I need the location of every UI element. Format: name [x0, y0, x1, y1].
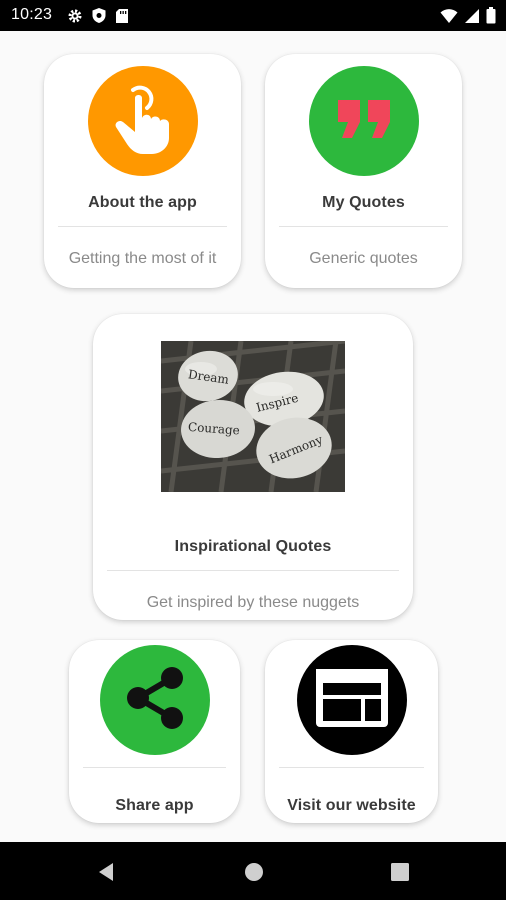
gear-icon: [67, 8, 83, 29]
about-app-title: About the app: [88, 194, 197, 211]
share-app-icon-circle: [100, 645, 210, 755]
visit-website-icon-circle: [297, 645, 407, 755]
share-icon: [122, 665, 188, 736]
navigation-bar: [0, 842, 506, 900]
touch-hand-icon: [111, 82, 175, 161]
my-quotes-card[interactable]: My Quotes Generic quotes: [265, 54, 462, 288]
my-quotes-divider: [279, 226, 448, 227]
back-icon[interactable]: [96, 862, 116, 887]
about-app-card[interactable]: About the app Getting the most of it: [44, 54, 241, 288]
visit-website-divider: [279, 767, 424, 768]
status-time: 10:23: [11, 6, 53, 23]
sd-card-icon: [115, 8, 129, 29]
quote-marks-icon: [336, 98, 392, 145]
inspirational-quotes-card[interactable]: Dream Inspire Courage Harmony Inspiratio…: [93, 314, 413, 620]
share-app-divider: [83, 767, 226, 768]
inspirational-stones-image: Dream Inspire Courage Harmony: [161, 341, 345, 492]
my-quotes-icon-circle: [309, 66, 419, 176]
signal-icon: [464, 8, 480, 29]
shield-icon: [91, 7, 107, 29]
my-quotes-title: My Quotes: [322, 194, 405, 211]
recents-icon[interactable]: [390, 862, 410, 887]
inspirational-quotes-title: Inspirational Quotes: [174, 538, 332, 555]
inspirational-quotes-subtitle: Get inspired by these nuggets: [146, 594, 360, 611]
about-app-icon-circle: [88, 66, 198, 176]
status-bar: 10:23: [0, 0, 506, 31]
wifi-icon: [440, 8, 458, 29]
share-app-card[interactable]: Share app: [69, 640, 240, 823]
web-page-icon: [314, 667, 390, 734]
visit-website-title: Visit our website: [287, 797, 416, 814]
visit-website-card[interactable]: Visit our website: [265, 640, 438, 823]
inspirational-quotes-divider: [107, 570, 399, 571]
about-app-subtitle: Getting the most of it: [68, 250, 217, 267]
home-icon[interactable]: [244, 862, 264, 887]
battery-icon: [486, 7, 496, 29]
my-quotes-subtitle: Generic quotes: [309, 250, 418, 267]
about-app-divider: [58, 226, 227, 227]
share-app-title: Share app: [115, 797, 194, 814]
